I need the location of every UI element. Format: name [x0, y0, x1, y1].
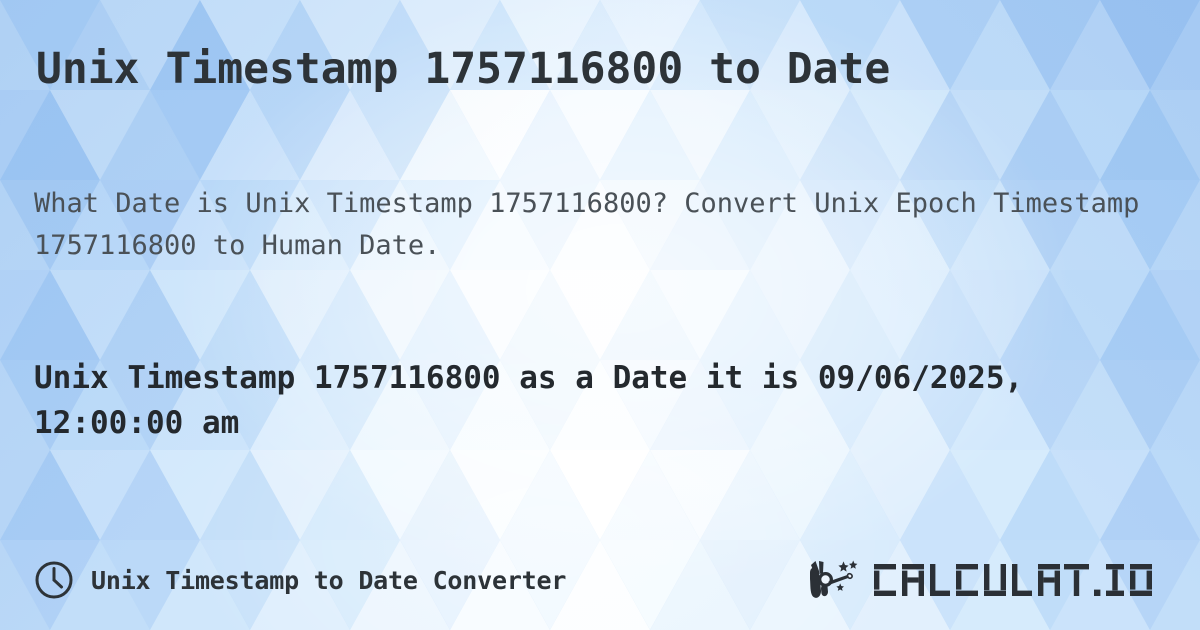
footer-brand-left: Unix Timestamp to Date Converter [34, 560, 566, 600]
page-title: Unix Timestamp 1757116800 to Date [36, 44, 891, 94]
footer: Unix Timestamp to Date Converter [0, 552, 1200, 608]
clock-icon [35, 561, 73, 599]
brand-wordmark: CALCULAT.IO [874, 564, 1152, 596]
card-content: Unix Timestamp 1757116800 to Date What D… [0, 0, 1200, 630]
conversion-result: Unix Timestamp 1757116800 as a Date it i… [34, 360, 1024, 441]
magic-wand-hand-icon [810, 560, 858, 598]
brand-logo[interactable]: CALCULAT.IO [808, 559, 1164, 601]
page-description: What Date is Unix Timestamp 1757116800? … [34, 188, 1140, 261]
og-card: Unix Timestamp 1757116800 to Date What D… [0, 0, 1200, 630]
footer-converter-label: Unix Timestamp to Date Converter [91, 565, 567, 595]
